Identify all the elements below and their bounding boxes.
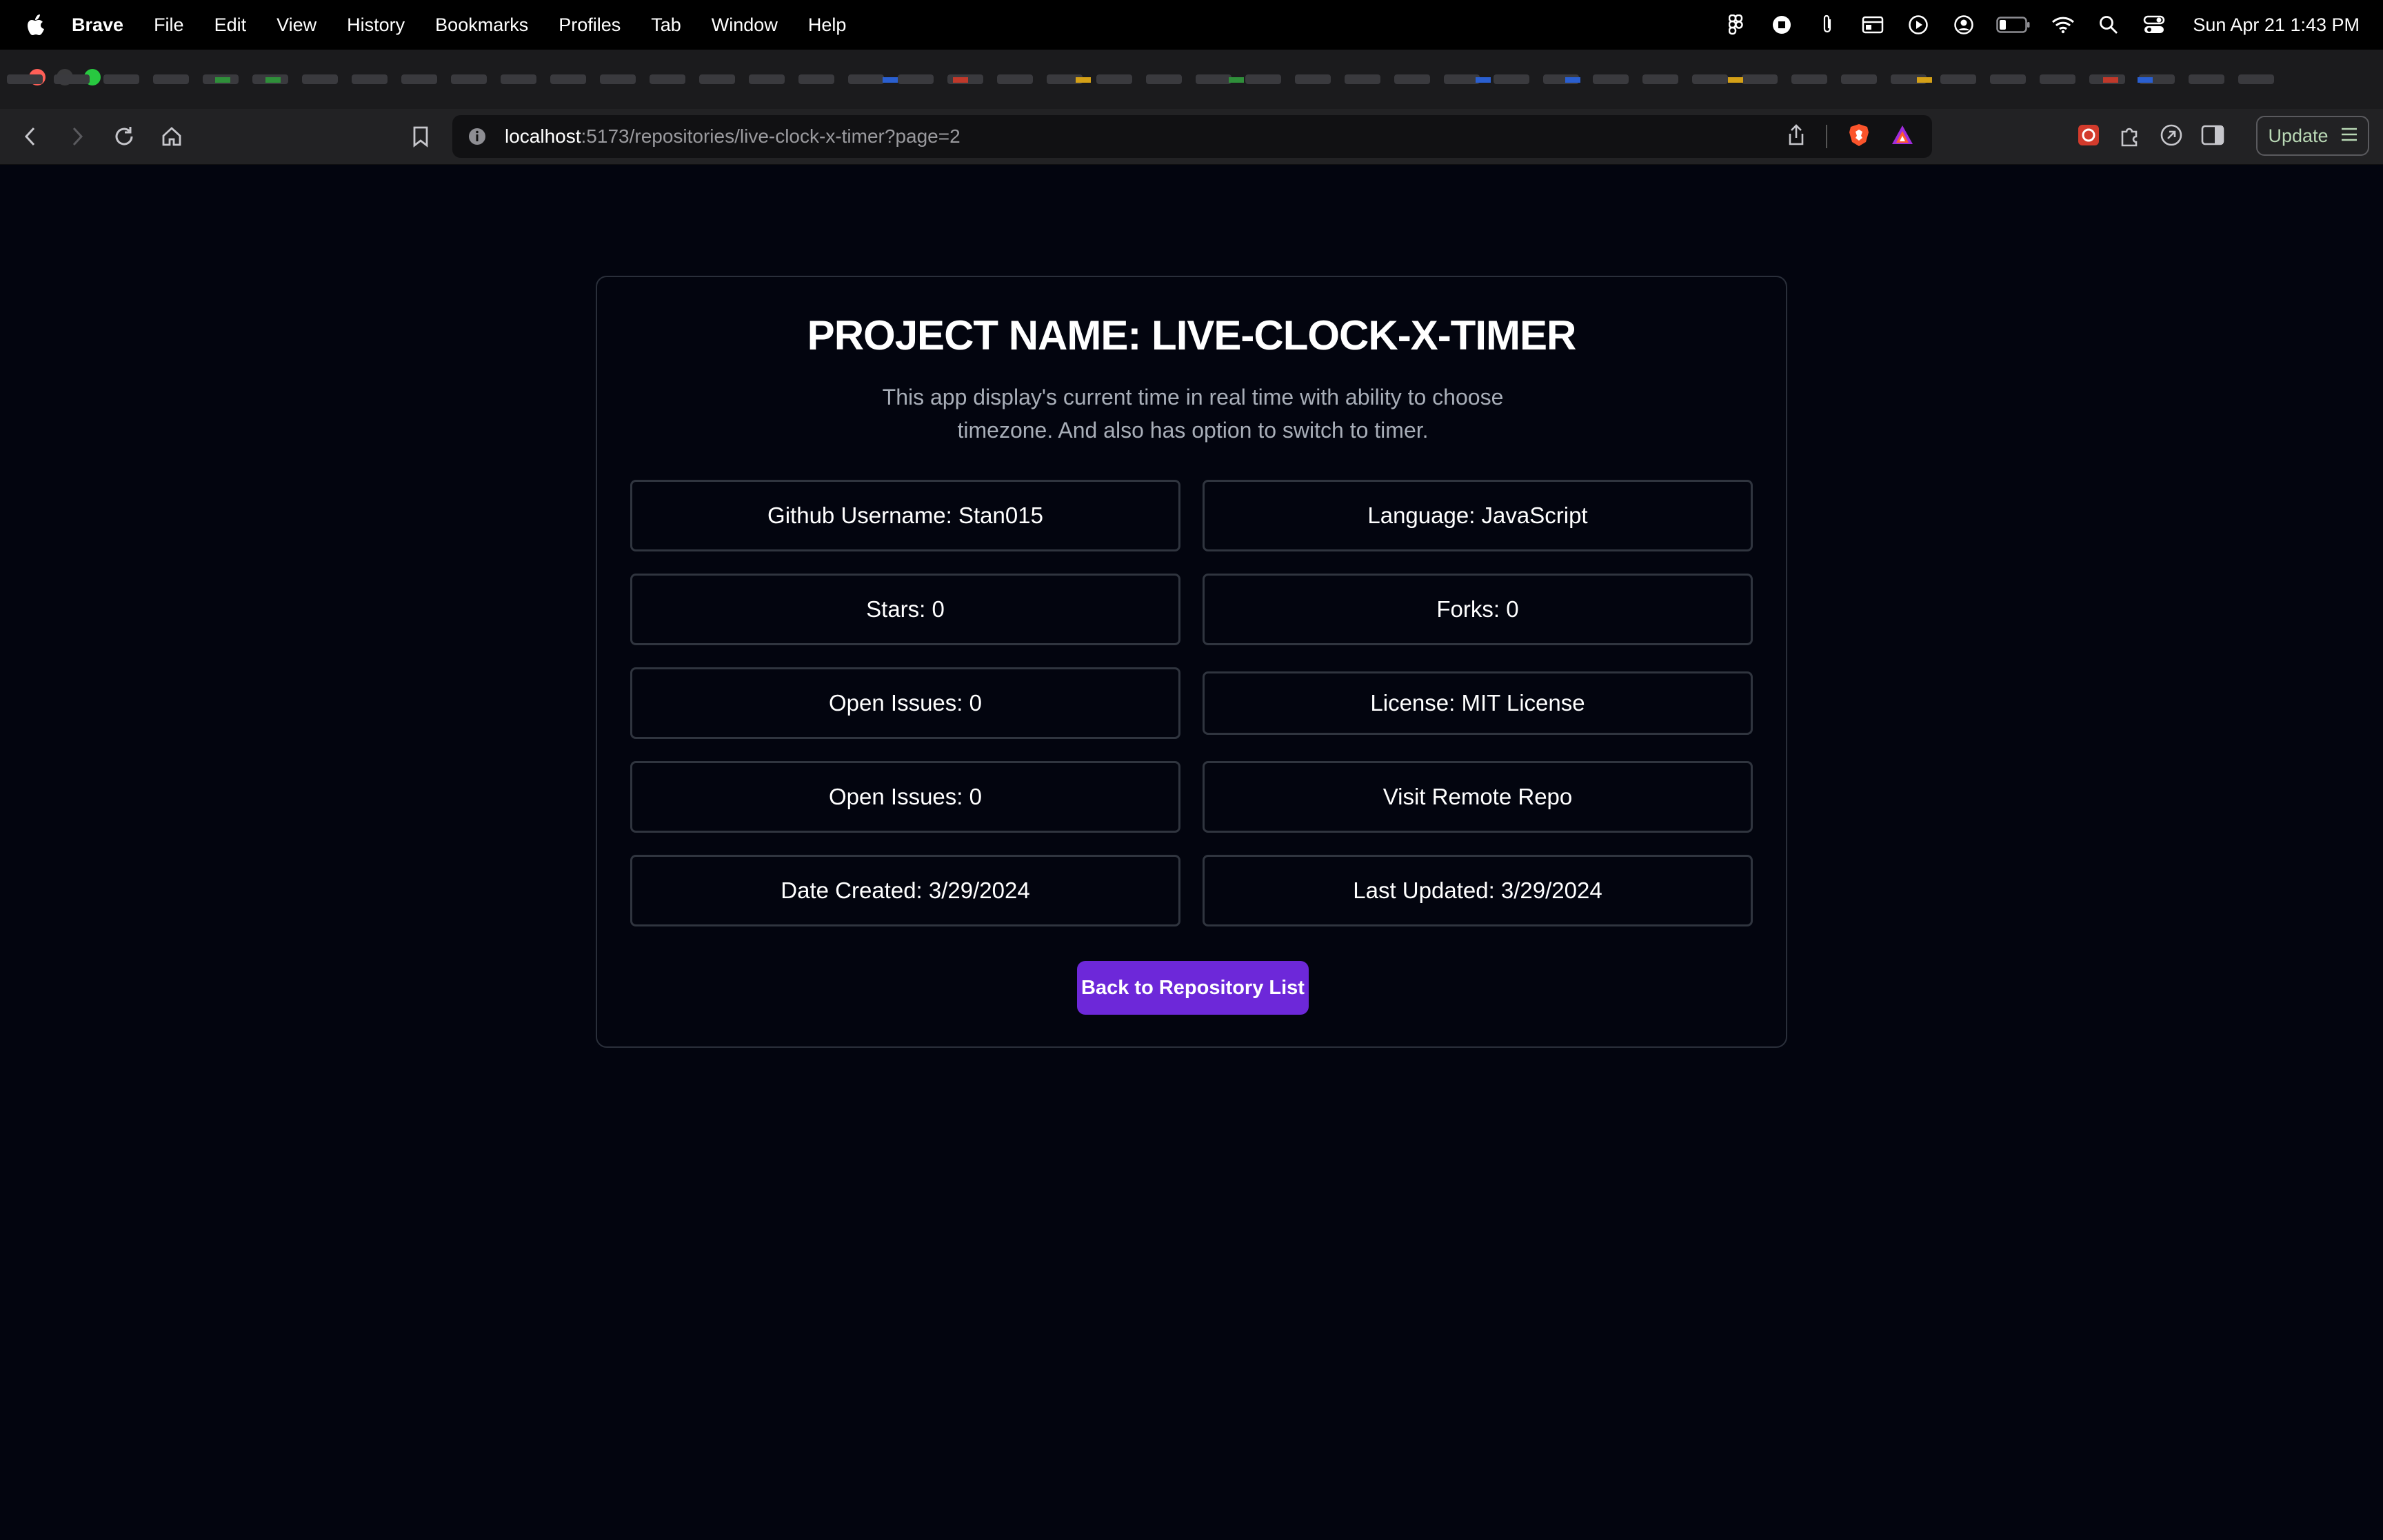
sidebar-toggle-icon[interactable] [2201, 125, 2224, 149]
reload-icon[interactable] [110, 123, 138, 150]
share-icon[interactable] [1787, 123, 1805, 150]
leo-ai-icon[interactable] [2160, 123, 2183, 150]
window-icon[interactable] [1859, 11, 1887, 39]
pinned-tabs-row[interactable] [0, 73, 2383, 84]
brave-rewards-icon[interactable] [1891, 124, 1914, 150]
menu-hamburger-icon [2341, 125, 2357, 147]
menubar-clock[interactable]: Sun Apr 21 1:43 PM [2193, 14, 2360, 36]
license-box: License: MIT License [1203, 671, 1753, 735]
paperclip-icon[interactable] [1813, 11, 1841, 39]
battery-icon[interactable] [1995, 11, 2031, 39]
menu-window[interactable]: Window [712, 14, 778, 36]
record-icon[interactable] [1768, 11, 1796, 39]
address-divider [1826, 125, 1827, 148]
last-updated-box: Last Updated: 3/29/2024 [1203, 855, 1753, 926]
back-arrow-icon[interactable] [17, 123, 44, 150]
wifi-icon[interactable] [2049, 11, 2077, 39]
browser-toolbar: localhost:5173/repositories/live-clock-x… [0, 109, 2383, 165]
forward-arrow-icon[interactable] [63, 123, 91, 150]
menu-help[interactable]: Help [808, 14, 847, 36]
menu-tab[interactable]: Tab [651, 14, 681, 36]
play-circle-icon[interactable] [1904, 11, 1932, 39]
control-center-icon[interactable] [2140, 11, 2168, 39]
bookmark-icon[interactable] [407, 123, 434, 150]
open-issues-box: Open Issues: 0 [630, 667, 1180, 739]
brave-shields-icon[interactable] [1848, 123, 1870, 151]
menu-file[interactable]: File [154, 14, 184, 36]
figma-icon[interactable] [1722, 11, 1750, 39]
language-box: Language: JavaScript [1203, 480, 1753, 551]
home-icon[interactable] [158, 123, 185, 150]
extensions-area [2077, 123, 2224, 150]
menu-app-name[interactable]: Brave [72, 14, 123, 36]
site-info-icon[interactable] [466, 125, 488, 148]
page-title: PROJECT NAME: LIVE-CLOCK-X-TIMER [807, 312, 1577, 358]
address-bar[interactable]: localhost:5173/repositories/live-clock-x… [452, 115, 1932, 158]
url-host: localhost [505, 125, 581, 147]
menu-profiles[interactable]: Profiles [559, 14, 621, 36]
address-bar-actions [1787, 115, 1914, 158]
update-button[interactable]: Update [2256, 116, 2369, 156]
update-label: Update [2268, 125, 2329, 146]
menu-history[interactable]: History [347, 14, 405, 36]
macos-menu-bar: Brave File Edit View History Bookmarks P… [0, 0, 2383, 50]
repo-description: This app display's current time in real … [882, 385, 1504, 443]
forks-box: Forks: 0 [1203, 574, 1753, 645]
apple-logo-icon[interactable] [26, 13, 47, 37]
repository-detail-card: PROJECT NAME: LIVE-CLOCK-X-TIMER This ap… [596, 276, 1787, 1048]
open-issues-box-2: Open Issues: 0 [630, 761, 1180, 833]
menu-edit[interactable]: Edit [214, 14, 247, 36]
back-to-repository-list-button[interactable]: Back to Repository List [1077, 961, 1309, 1015]
user-circle-icon[interactable] [1950, 11, 1978, 39]
visit-remote-repo-link[interactable]: Visit Remote Repo [1203, 761, 1753, 833]
browser-tab-strip [0, 50, 2383, 109]
search-icon[interactable] [2095, 11, 2122, 39]
puzzle-extensions-icon[interactable] [2118, 123, 2142, 150]
menu-bookmarks[interactable]: Bookmarks [435, 14, 528, 36]
menu-view[interactable]: View [276, 14, 316, 36]
date-created-box: Date Created: 3/29/2024 [630, 855, 1180, 926]
extension-red-icon[interactable] [2077, 123, 2100, 150]
stars-box: Stars: 0 [630, 574, 1180, 645]
status-area: Sun Apr 21 1:43 PM [1722, 0, 2360, 50]
github-username-box: Github Username: Stan015 [630, 480, 1180, 551]
url-path: :5173/repositories/live-clock-x-timer?pa… [581, 125, 961, 147]
